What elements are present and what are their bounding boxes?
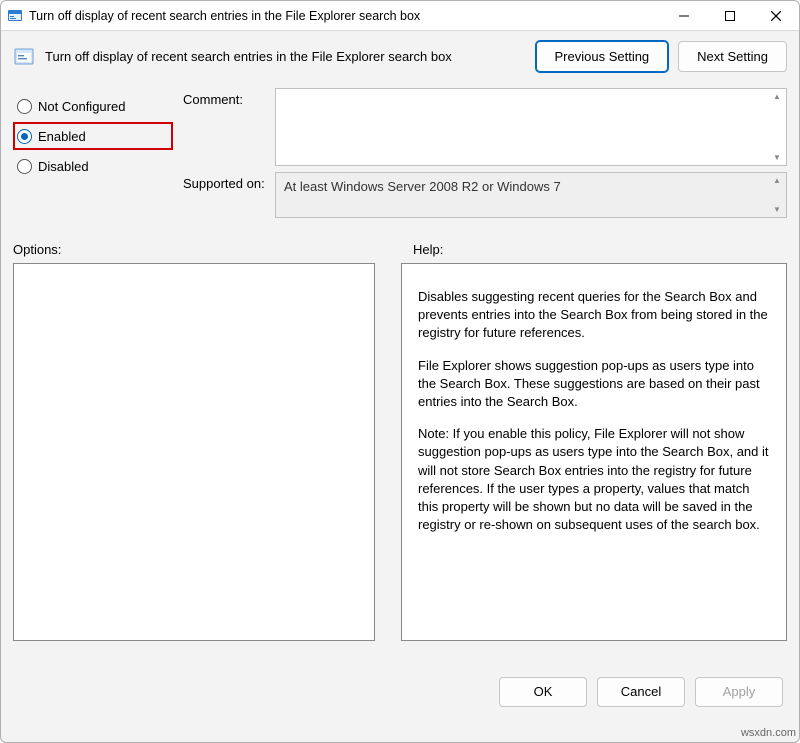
radio-label: Not Configured (38, 99, 125, 114)
dialog-window: Turn off display of recent search entrie… (0, 0, 800, 743)
radio-disabled[interactable]: Disabled (13, 152, 173, 180)
section-labels-row: Options: Help: (1, 226, 799, 263)
titlebar: Turn off display of recent search entrie… (1, 1, 799, 31)
dialog-footer: OK Cancel Apply (1, 641, 799, 742)
supported-scroll[interactable]: ▲ ▼ (768, 173, 786, 217)
options-panel (13, 263, 375, 641)
radio-icon (17, 129, 32, 144)
fields-column: Comment: ▲ ▼ Supported on: At least Wind… (183, 88, 787, 224)
chevron-down-icon: ▼ (768, 195, 786, 217)
help-label: Help: (413, 242, 787, 257)
policy-item-icon (13, 46, 35, 68)
policy-title: Turn off display of recent search entrie… (45, 49, 526, 64)
supported-on-label: Supported on: (183, 172, 275, 191)
radio-icon (17, 99, 32, 114)
help-paragraph: File Explorer shows suggestion pop-ups a… (418, 357, 770, 412)
next-setting-button[interactable]: Next Setting (678, 41, 787, 72)
close-button[interactable] (753, 1, 799, 31)
comment-label: Comment: (183, 88, 275, 107)
comment-input[interactable]: ▲ ▼ (275, 88, 787, 166)
header-row: Turn off display of recent search entrie… (1, 31, 799, 82)
panels-row: Disables suggesting recent queries for t… (1, 263, 799, 641)
maximize-button[interactable] (707, 1, 753, 31)
apply-button[interactable]: Apply (695, 677, 783, 707)
ok-button[interactable]: OK (499, 677, 587, 707)
supported-on-value-box: At least Windows Server 2008 R2 or Windo… (275, 172, 787, 218)
radio-icon (17, 159, 32, 174)
minimize-button[interactable] (661, 1, 707, 31)
chevron-down-icon: ▼ (768, 127, 786, 165)
radio-label: Disabled (38, 159, 89, 174)
radio-label: Enabled (38, 129, 86, 144)
config-area: Not Configured Enabled Disabled Comment:… (1, 82, 799, 226)
state-radio-group: Not Configured Enabled Disabled (13, 88, 173, 224)
chevron-up-icon: ▲ (768, 173, 786, 195)
comment-scroll[interactable]: ▲ ▼ (768, 89, 786, 165)
previous-setting-button[interactable]: Previous Setting (536, 41, 669, 72)
help-paragraph: Note: If you enable this policy, File Ex… (418, 425, 770, 534)
radio-enabled[interactable]: Enabled (13, 122, 173, 150)
window-title: Turn off display of recent search entrie… (29, 9, 661, 23)
help-paragraph: Disables suggesting recent queries for t… (418, 288, 770, 343)
radio-not-configured[interactable]: Not Configured (13, 92, 173, 120)
supported-on-value: At least Windows Server 2008 R2 or Windo… (284, 179, 561, 194)
chevron-up-icon: ▲ (768, 89, 786, 127)
help-panel: Disables suggesting recent queries for t… (401, 263, 787, 641)
policy-icon (7, 8, 23, 24)
watermark: wsxdn.com (741, 727, 796, 739)
options-label: Options: (13, 242, 413, 257)
cancel-button[interactable]: Cancel (597, 677, 685, 707)
